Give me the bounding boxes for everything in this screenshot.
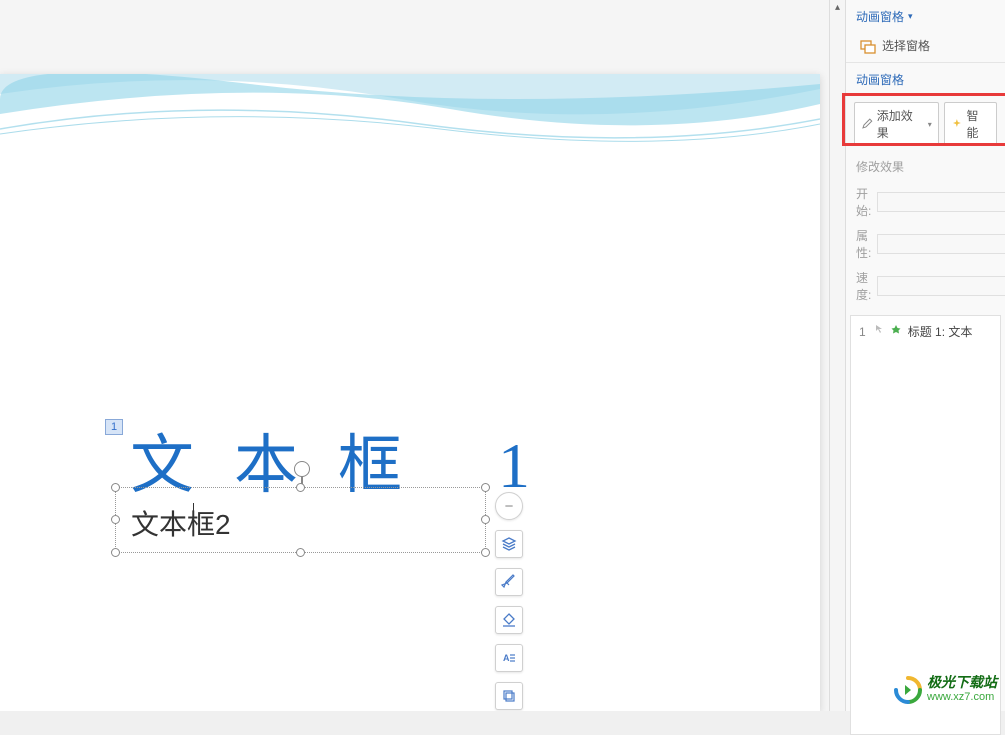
slide[interactable]: 1 文本框 1 文本框2 − — [0, 74, 820, 711]
resize-handle-bm[interactable] — [296, 548, 305, 557]
animation-list[interactable]: 1 标题 1: 文本 — [850, 315, 1001, 735]
collapse-button[interactable]: − — [495, 492, 523, 520]
shape-icon — [501, 612, 517, 628]
chevron-down-icon: ▾ — [908, 11, 913, 22]
panel-header-dropdown[interactable]: 动画窗格 ▾ — [846, 4, 1005, 29]
resize-handle-bl[interactable] — [111, 548, 120, 557]
layers-icon — [501, 536, 517, 552]
minus-icon: − — [505, 498, 514, 515]
select-pane-label: 选择窗格 — [882, 37, 930, 54]
anim-title: 标题 1: 文本 — [908, 323, 973, 340]
anim-index: 1 — [859, 325, 866, 339]
brush-icon — [501, 574, 517, 590]
svg-text:A: A — [503, 653, 510, 663]
smart-button[interactable]: 智能 — [944, 102, 997, 146]
chevron-down-icon: ▾ — [928, 120, 932, 129]
animation-tag-1[interactable]: 1 — [105, 419, 123, 435]
animation-list-item[interactable]: 1 标题 1: 文本 — [855, 320, 996, 343]
watermark-name: 极光下载站 — [927, 675, 997, 690]
select-pane-button[interactable]: 选择窗格 — [846, 29, 1005, 62]
smart-label: 智能 — [966, 107, 990, 141]
start-input — [877, 192, 1005, 212]
resize-handle-mr[interactable] — [481, 515, 490, 524]
shape-fill-button[interactable] — [495, 606, 523, 634]
anim-section-title: 动画窗格 — [846, 62, 1005, 96]
entrance-star-icon — [890, 324, 902, 339]
resize-handle-tr[interactable] — [481, 483, 490, 492]
text-cursor — [193, 503, 194, 535]
rotate-handle-icon[interactable] — [294, 461, 310, 477]
mouse-click-icon — [872, 324, 884, 339]
watermark: 极光下载站 www.xz7.com — [893, 675, 997, 703]
textfx-icon: A — [501, 650, 517, 666]
shadow-button[interactable] — [495, 682, 523, 710]
resize-handle-tm[interactable] — [296, 483, 305, 492]
select-pane-icon — [860, 38, 876, 54]
slide-decor-waves — [0, 74, 820, 174]
text-effects-button[interactable]: A — [495, 644, 523, 672]
canvas-area: 1 文本框 1 文本框2 − — [0, 0, 845, 711]
resize-handle-br[interactable] — [481, 548, 490, 557]
add-effect-label: 添加效果 — [877, 107, 924, 141]
shadow-icon — [501, 688, 517, 704]
speed-input — [877, 276, 1005, 296]
resize-handle-ml[interactable] — [111, 515, 120, 524]
vertical-scrollbar[interactable]: ▴ — [829, 0, 845, 711]
attr-input — [877, 234, 1005, 254]
add-effect-button[interactable]: 添加效果 ▾ — [854, 102, 939, 146]
selected-textbox[interactable]: 文本框2 — [115, 487, 486, 553]
pencil-icon — [861, 118, 873, 130]
modify-effect-title: 修改效果 — [846, 152, 1005, 181]
resize-handle-tl[interactable] — [111, 483, 120, 492]
watermark-url: www.xz7.com — [927, 691, 997, 703]
floating-toolbar: − — [495, 492, 523, 711]
logo-icon — [893, 675, 921, 703]
animation-pane: 动画窗格 ▾ 选择窗格 动画窗格 添加效果 ▾ — [845, 0, 1005, 711]
layers-button[interactable] — [495, 530, 523, 558]
speed-label: 速度: — [856, 269, 871, 303]
brush-button[interactable] — [495, 568, 523, 596]
sparkle-icon — [951, 118, 963, 130]
attr-label: 属性: — [856, 227, 871, 261]
panel-title: 动画窗格 — [856, 8, 904, 25]
textbox-content[interactable]: 文本框2 — [131, 503, 231, 543]
start-label: 开始: — [856, 185, 871, 219]
scroll-up-icon[interactable]: ▴ — [830, 0, 845, 16]
